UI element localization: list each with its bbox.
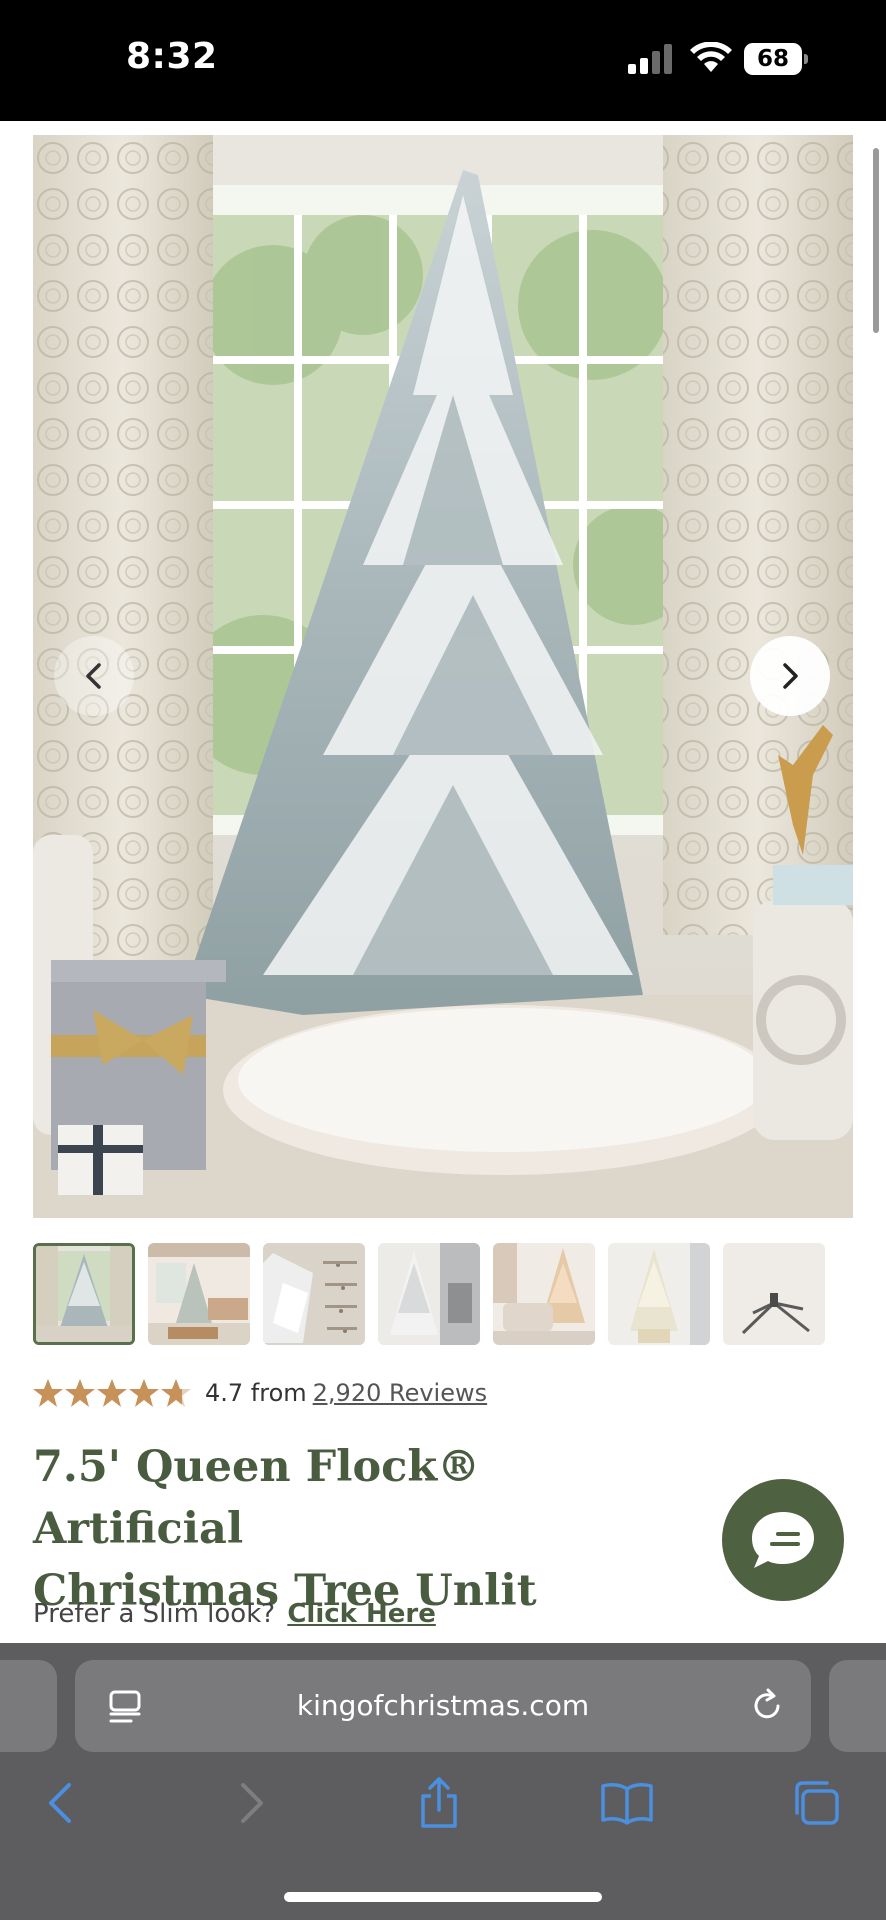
previous-tab-preview[interactable] <box>0 1660 57 1752</box>
share-button[interactable] <box>409 1773 469 1833</box>
rating-score: 4.7 from <box>205 1379 307 1407</box>
slim-click-here-link[interactable]: Click Here <box>287 1599 436 1629</box>
tabs-icon <box>795 1781 839 1825</box>
star-rating <box>33 1377 193 1409</box>
chevron-left-icon <box>86 663 101 689</box>
next-image-button[interactable] <box>750 636 830 716</box>
rating-row: 4.7 from 2,920 Reviews <box>33 1375 487 1411</box>
slim-prompt-text: Prefer a Slim look? <box>33 1599 276 1629</box>
forward-button[interactable] <box>222 1773 282 1833</box>
star-icon <box>33 1379 63 1407</box>
forward-icon <box>241 1783 263 1823</box>
thumbnail-1[interactable] <box>33 1243 135 1345</box>
bookmarks-button[interactable] <box>597 1773 657 1833</box>
previous-image-button[interactable] <box>54 636 134 716</box>
status-bar: 8:32 68 <box>0 0 886 121</box>
slim-prompt: Prefer a Slim look? Click Here <box>33 1599 436 1629</box>
product-title: 7.5' Queen Flock® Artificial Christmas T… <box>33 1436 683 1622</box>
thumbnail-7[interactable] <box>723 1243 825 1345</box>
battery-icon: 68 <box>744 43 808 75</box>
back-icon <box>49 1783 71 1823</box>
home-indicator[interactable] <box>284 1892 602 1902</box>
thumbnail-3[interactable] <box>263 1243 365 1345</box>
thumbnail-2[interactable] <box>148 1243 250 1345</box>
browser-toolbar: kingofchristmas.com <box>0 1643 886 1920</box>
thumbnail-4[interactable] <box>378 1243 480 1345</box>
chevron-right-icon <box>783 663 798 689</box>
main-product-image[interactable] <box>33 135 853 1218</box>
status-time: 8:32 <box>126 36 218 77</box>
star-icon <box>97 1379 127 1407</box>
thumbnail-strip <box>33 1243 863 1347</box>
product-page: 8:32 68 4.7 from 2,920 Reviews 7.5' Quee… <box>0 0 886 1920</box>
thumbnail-5[interactable] <box>493 1243 595 1345</box>
url-text: kingofchristmas.com <box>296 1689 590 1722</box>
reviews-link[interactable]: 2,920 Reviews <box>313 1379 487 1407</box>
thumbnail-6[interactable] <box>608 1243 710 1345</box>
back-button[interactable] <box>30 1773 90 1833</box>
tabs-button[interactable] <box>786 1773 846 1833</box>
next-tab-preview[interactable] <box>829 1660 886 1752</box>
reload-icon[interactable] <box>749 1688 785 1724</box>
share-icon <box>421 1777 457 1828</box>
signal-icon <box>628 44 672 74</box>
scrollbar[interactable] <box>873 148 879 333</box>
chat-bubble-icon <box>752 1512 814 1568</box>
bookmarks-icon <box>601 1783 653 1825</box>
star-half-icon <box>161 1379 191 1407</box>
chat-button[interactable] <box>722 1479 844 1601</box>
wifi-icon <box>690 42 732 72</box>
address-bar[interactable]: kingofchristmas.com <box>75 1660 811 1752</box>
star-icon <box>65 1379 95 1407</box>
star-icon <box>129 1379 159 1407</box>
battery-level: 68 <box>744 43 802 75</box>
browser-nav-toolbar <box>0 1773 886 1873</box>
product-title-line1: 7.5' Queen Flock® Artificial <box>33 1442 481 1554</box>
